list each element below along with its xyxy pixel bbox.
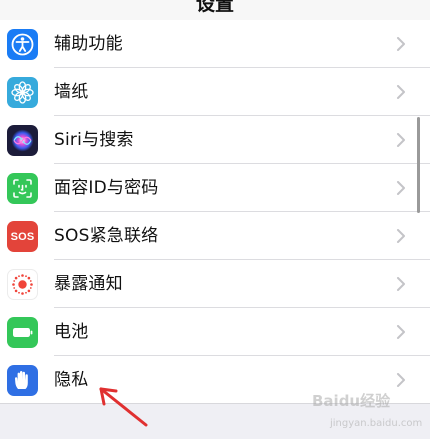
- sos-icon-text: SOS: [10, 230, 35, 243]
- scroll-indicator[interactable]: [417, 117, 420, 213]
- settings-row-label: SOS紧急联络: [54, 226, 159, 246]
- settings-row-accessibility[interactable]: 辅助功能: [0, 20, 430, 68]
- settings-row-siri-search[interactable]: Siri与搜索: [0, 116, 430, 164]
- chevron-right-icon: [397, 133, 405, 147]
- settings-row-emergency-sos[interactable]: SOS SOS紧急联络: [0, 212, 430, 260]
- face-id-icon: [7, 173, 38, 204]
- exposure-notification-icon: [7, 269, 38, 300]
- siri-icon: [7, 125, 38, 156]
- settings-row-face-id-passcode[interactable]: 面容ID与密码: [0, 164, 430, 212]
- settings-row-label: 面容ID与密码: [54, 178, 159, 198]
- sos-icon: SOS: [7, 221, 38, 252]
- accessibility-icon: [7, 29, 38, 60]
- settings-row-exposure-notifications[interactable]: 暴露通知: [0, 260, 430, 308]
- settings-row-wallpaper[interactable]: 墙纸: [0, 68, 430, 116]
- wallpaper-flower-icon: [7, 77, 38, 108]
- chevron-right-icon: [397, 37, 405, 51]
- chevron-right-icon: [397, 229, 405, 243]
- chevron-right-icon: [397, 85, 405, 99]
- page-title: 设置: [195, 0, 234, 15]
- hand-privacy-icon: [7, 365, 38, 396]
- settings-row-label: Siri与搜索: [54, 130, 134, 150]
- chevron-right-icon: [397, 277, 405, 291]
- battery-icon: [7, 317, 38, 348]
- settings-row-label: 电池: [54, 322, 89, 342]
- watermark-logo: Baidu经验: [312, 392, 391, 410]
- settings-row-label: 墙纸: [54, 82, 89, 102]
- navigation-bar: 设置: [0, 0, 430, 20]
- settings-row-battery[interactable]: 电池: [0, 308, 430, 356]
- chevron-right-icon: [397, 325, 405, 339]
- settings-row-label: 暴露通知: [54, 274, 123, 294]
- settings-row-label: 隐私: [54, 370, 89, 390]
- chevron-right-icon: [397, 181, 405, 195]
- chevron-right-icon: [397, 373, 405, 387]
- settings-list: 辅助功能 墙纸 Siri与搜索 面容ID与密码 SOS SOS紧急联络 暴露通知…: [0, 20, 430, 404]
- settings-row-label: 辅助功能: [54, 34, 123, 54]
- watermark-url: jingyan.baidu.com: [330, 418, 423, 429]
